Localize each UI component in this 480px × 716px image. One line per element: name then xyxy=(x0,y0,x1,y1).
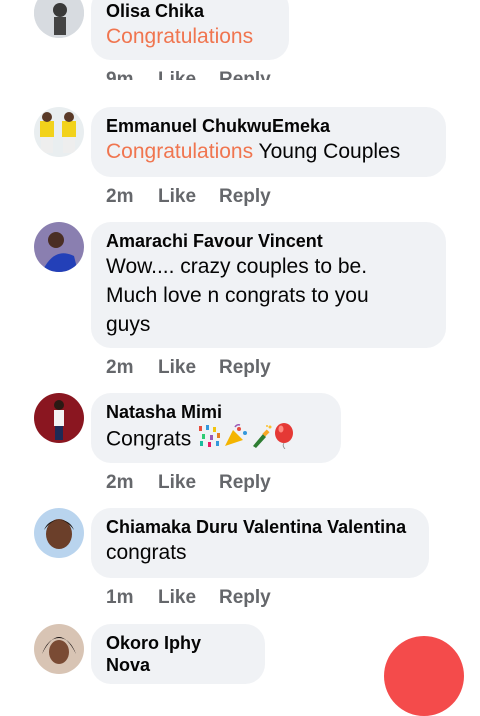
comment-actions: 9m Like Reply xyxy=(106,69,271,80)
comment-bubble: Okoro Iphy Nova xyxy=(91,624,265,684)
commenter-name[interactable]: Okoro Iphy Nova xyxy=(106,632,250,676)
comment-time: 2m xyxy=(106,186,134,207)
avatar-image xyxy=(34,508,84,558)
confetti-icon xyxy=(197,424,223,456)
commenter-name[interactable]: Amarachi Favour Vincent xyxy=(106,230,431,252)
comment-bubble: Olisa Chika Congratulations xyxy=(91,0,289,60)
like-button[interactable]: Like xyxy=(158,357,219,379)
commenter-name[interactable]: Emmanuel ChukwuEmeka xyxy=(106,115,431,137)
avatar-image xyxy=(34,393,84,443)
highlighted-word: Congratulations xyxy=(106,140,254,163)
comment-line-1: Wow.... crazy couples to be. xyxy=(106,255,368,278)
commenter-name[interactable]: Olisa Chika xyxy=(106,0,274,22)
comment-text: Congrats xyxy=(106,423,326,457)
avatar-image xyxy=(34,107,84,157)
comment-text-content: Congrats xyxy=(106,427,198,451)
avatar[interactable] xyxy=(34,508,84,558)
comment-line-2: Much love n congrats to you xyxy=(106,284,369,307)
commenter-name[interactable]: Chiamaka Duru Valentina Valentina xyxy=(106,516,414,538)
like-button[interactable]: Like xyxy=(158,186,219,208)
reply-button[interactable]: Reply xyxy=(219,357,271,379)
avatar[interactable] xyxy=(34,0,84,38)
avatar[interactable] xyxy=(34,222,84,272)
highlighted-word: Congratulations xyxy=(106,25,254,48)
floating-action-button[interactable] xyxy=(384,636,464,716)
avatar-image xyxy=(34,222,84,272)
comment-time: 9m xyxy=(106,69,134,80)
comment-time: 1m xyxy=(106,587,134,608)
comment-line-3: guys xyxy=(106,313,151,336)
avatar[interactable] xyxy=(34,107,84,157)
comment-actions: 1m Like Reply xyxy=(106,587,271,609)
comment-text: Congratulations xyxy=(106,22,274,51)
comment-bubble: Emmanuel ChukwuEmeka Congratulations You… xyxy=(91,107,446,177)
reply-button[interactable]: Reply xyxy=(219,186,271,208)
avatar-image xyxy=(34,0,84,38)
comment-actions: 2m Like Reply xyxy=(106,357,271,379)
reply-button[interactable]: Reply xyxy=(219,69,271,80)
comment-time: 2m xyxy=(106,472,134,493)
comment-bubble: Chiamaka Duru Valentina Valentina congra… xyxy=(91,508,429,578)
comment-actions: 2m Like Reply xyxy=(106,472,271,494)
like-button[interactable]: Like xyxy=(158,587,219,609)
comment-time: 2m xyxy=(106,357,134,378)
champagne-icon xyxy=(249,424,273,456)
balloon-icon xyxy=(273,423,295,457)
reply-button[interactable]: Reply xyxy=(219,472,271,494)
avatar[interactable] xyxy=(34,624,84,674)
comment-text: congrats xyxy=(106,541,187,564)
comment-bubble: Natasha Mimi Congrats xyxy=(91,393,341,463)
comment-text: Congratulations Young Couples xyxy=(106,137,431,166)
meta-clip: 9m Like Reply xyxy=(0,62,480,80)
party-popper-icon xyxy=(223,424,249,456)
commenter-name[interactable]: Natasha Mimi xyxy=(106,401,326,423)
comment-text-rest: Young Couples xyxy=(253,140,401,163)
avatar-image xyxy=(34,624,84,674)
reply-button[interactable]: Reply xyxy=(219,587,271,609)
avatar[interactable] xyxy=(34,393,84,443)
comment-actions: 2m Like Reply xyxy=(106,186,271,208)
like-button[interactable]: Like xyxy=(158,472,219,494)
comment-bubble: Amarachi Favour Vincent Wow.... crazy co… xyxy=(91,222,446,348)
like-button[interactable]: Like xyxy=(158,69,219,80)
